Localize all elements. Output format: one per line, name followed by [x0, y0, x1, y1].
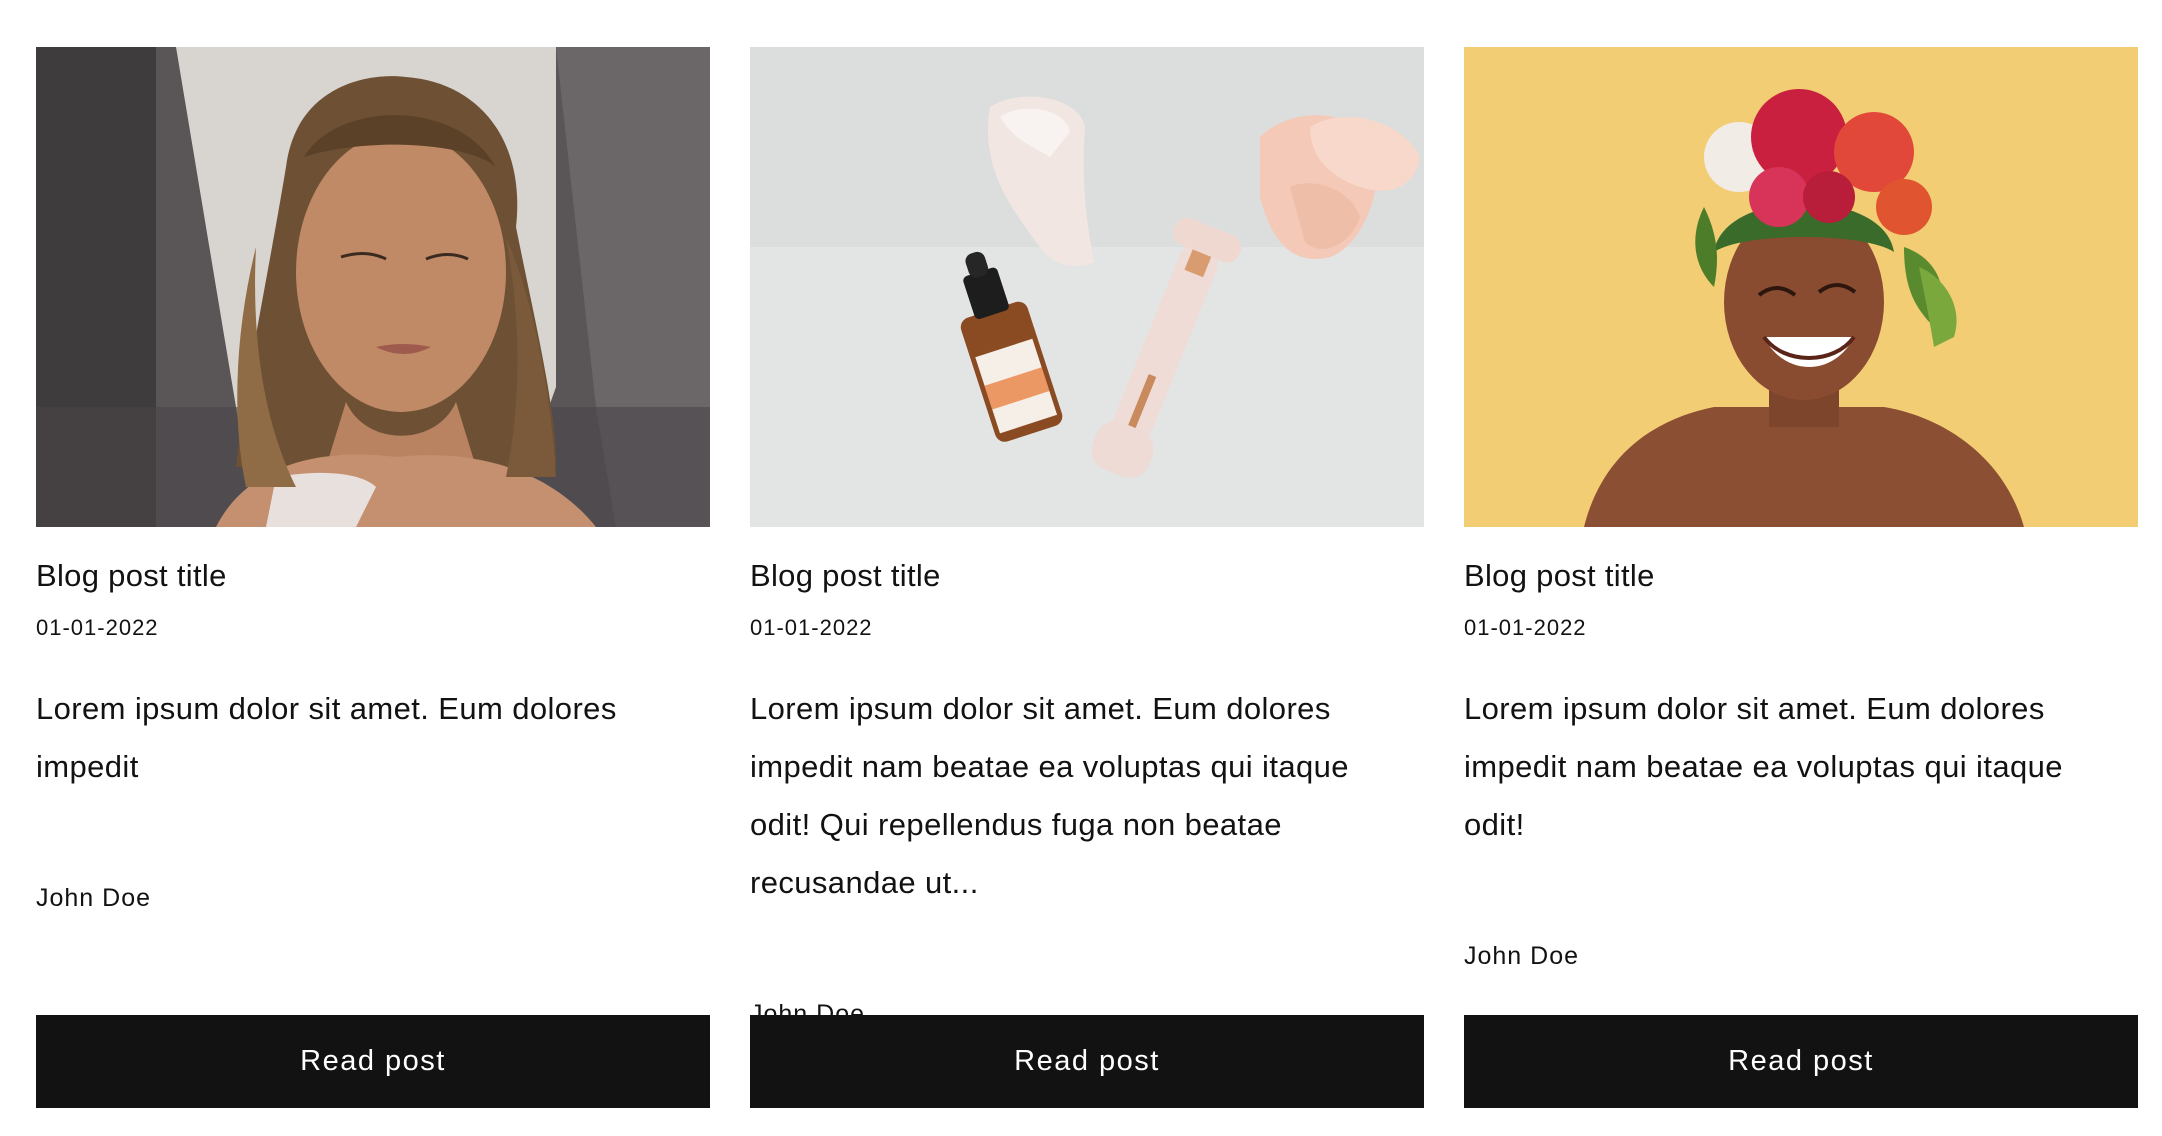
post-image[interactable] — [750, 47, 1424, 527]
post-title[interactable]: Blog post title — [750, 555, 941, 597]
post-image[interactable] — [36, 47, 710, 527]
post-image[interactable] — [1464, 47, 2138, 527]
blog-post-card: Blog post title 01-01-2022 Lorem ipsum d… — [36, 47, 710, 1108]
post-excerpt: Lorem ipsum dolor sit amet. Eum dolores … — [750, 691, 1349, 900]
blog-post-card: Blog post title 01-01-2022 Lorem ipsum d… — [750, 47, 1424, 1108]
post-date: 01-01-2022 — [36, 615, 159, 640]
post-excerpt: Lorem ipsum dolor sit amet. Eum dolores … — [1464, 691, 2063, 842]
post-title[interactable]: Blog post title — [36, 555, 227, 597]
blog-post-grid: Blog post title 01-01-2022 Lorem ipsum d… — [36, 47, 2138, 1108]
read-post-button[interactable]: Read post — [1464, 1015, 2138, 1108]
blog-post-card: Blog post title 01-01-2022 Lorem ipsum d… — [1464, 47, 2138, 1108]
read-post-button[interactable]: Read post — [750, 1015, 1424, 1108]
post-excerpt: Lorem ipsum dolor sit amet. Eum dolores … — [36, 691, 617, 784]
read-post-button[interactable]: Read post — [36, 1015, 710, 1108]
post-author: John Doe — [1464, 942, 1580, 970]
post-author: John Doe — [36, 884, 152, 912]
post-date: 01-01-2022 — [1464, 615, 1587, 640]
post-title[interactable]: Blog post title — [1464, 555, 1655, 597]
post-date: 01-01-2022 — [750, 615, 873, 640]
